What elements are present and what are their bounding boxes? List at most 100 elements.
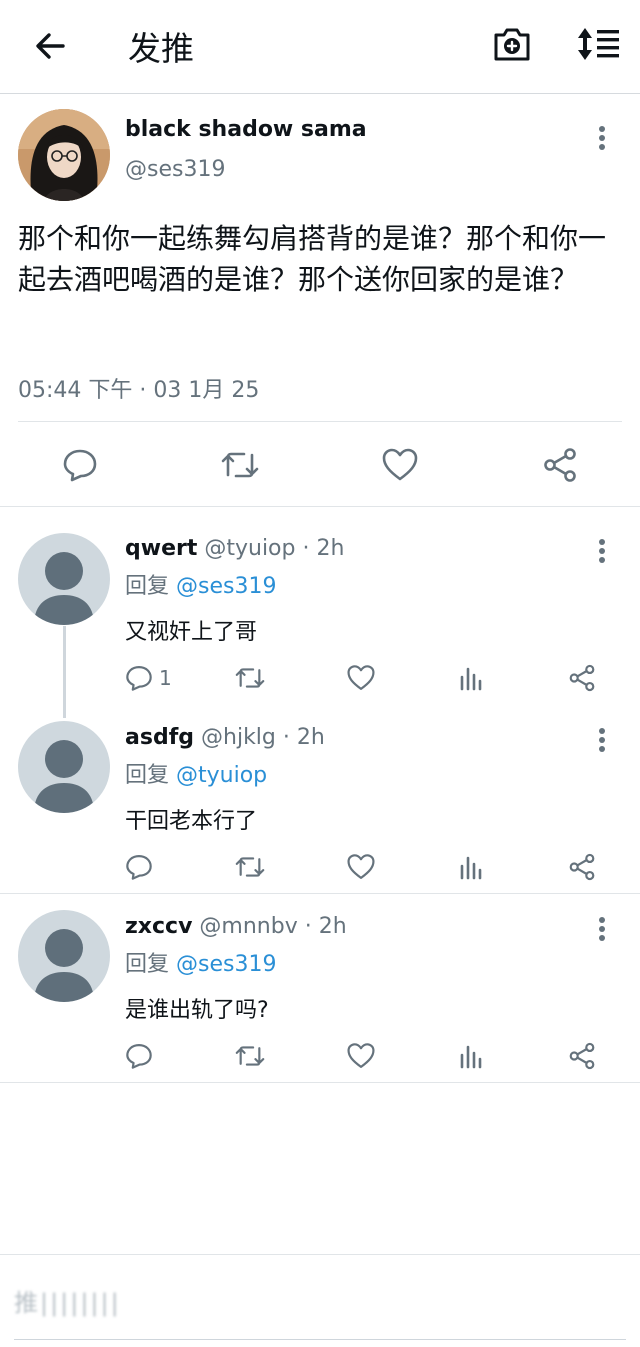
bar-chart-icon [460,856,482,880]
divider [0,1082,640,1083]
share-icon [544,448,576,482]
tweet-text: 那个和你一起练舞勾肩搭背的是谁？那个和你一起去酒吧喝酒的是谁？那个送你回家的是谁… [18,222,607,296]
default-user-icon [18,721,110,813]
like-button[interactable] [378,443,422,487]
heart-icon [347,854,375,879]
default-user-icon [18,910,110,1002]
like-button[interactable] [346,849,376,885]
reply-header: asdfg @hjklg · 2h [125,725,325,750]
retweet-button[interactable] [234,849,266,885]
mention-link[interactable]: @ses319 [176,952,276,977]
like-button[interactable] [346,660,376,696]
arrow-left-icon [36,33,65,59]
heart-icon [382,448,418,481]
share-icon [569,664,595,692]
reply-text: 又视奸上了哥 [125,620,258,645]
top-app-bar: 发推 [0,0,640,94]
reply-count: 1 [159,666,172,690]
heart-icon [347,665,375,690]
reply-button[interactable] [58,443,102,487]
analytics-button[interactable] [458,1038,484,1074]
sort-button[interactable] [574,22,622,66]
replying-to: 回复 @tyuiop [125,757,267,789]
mention-link[interactable]: @ses319 [176,574,276,599]
analytics-button[interactable] [458,660,484,696]
retweet-icon [235,668,265,688]
more-vertical-icon [599,917,605,941]
comment-icon [126,666,152,691]
reply-item[interactable]: asdfg @hjklg · 2h 回复 @tyuiop 干回老本行了 [0,697,640,893]
author-avatar[interactable] [18,109,110,201]
replying-to: 回复 @ses319 [125,568,276,600]
analytics-button[interactable] [458,849,484,885]
author-handle[interactable]: @ses319 [125,157,225,182]
reply-button[interactable] [125,1038,159,1074]
reply-author-name[interactable]: asdfg [125,725,194,750]
comment-icon [126,855,152,880]
reply-text: 干回老本行了 [125,809,258,834]
more-options-button[interactable] [588,123,616,153]
mention-link[interactable]: @tyuiop [176,763,267,788]
sort-lines-icon [578,28,619,60]
tweet-timestamp: 05:44 下午 · 03 1月 25 [18,378,260,403]
reply-input[interactable]: 推|||||||| [14,1275,314,1325]
reply-age: · 2h [282,725,325,750]
focused-tweet: black shadow sama @ses319 那个和你一起练舞勾肩搭背的是… [0,95,640,507]
back-button[interactable] [28,24,72,68]
reply-age: · 2h [302,536,345,561]
more-options-button[interactable] [588,914,616,944]
reply-button[interactable]: 1 [125,660,172,696]
more-vertical-icon [599,728,605,752]
comment-icon [126,1044,152,1069]
reply-header: qwert @tyuiop · 2h [125,536,344,561]
share-icon [569,853,595,881]
retweet-icon [221,452,259,478]
divider [18,421,622,422]
replying-to-label: 回复 [125,574,170,599]
reply-composer-bar: 推|||||||| [0,1254,640,1347]
reply-author-name[interactable]: qwert [125,536,197,561]
default-avatar[interactable] [18,533,110,625]
share-button[interactable] [568,849,596,885]
comment-icon [63,449,97,482]
reply-item[interactable]: zxccv @mnnbv · 2h 回复 @ses319 是谁出轨了吗? [0,886,640,1082]
like-button[interactable] [346,1038,376,1074]
reply-author-handle[interactable]: @tyuiop [204,536,295,561]
share-icon [569,1042,595,1070]
page-title: 发推 [128,29,194,68]
divider [14,1339,626,1340]
default-avatar[interactable] [18,721,110,813]
reply-action-bar: 1 [0,660,640,696]
more-options-button[interactable] [588,536,616,566]
retweet-button[interactable] [218,443,262,487]
camera-button[interactable] [490,22,534,66]
reply-input-placeholder: 推|||||||| [14,1288,121,1317]
replying-to-label: 回复 [125,763,170,788]
reply-author-handle[interactable]: @mnnbv [199,914,297,939]
retweet-button[interactable] [234,660,266,696]
retweet-icon [235,1046,265,1066]
bar-chart-icon [460,1045,482,1069]
replying-to-label: 回复 [125,952,170,977]
replying-to: 回复 @ses319 [125,946,276,978]
tweet-action-bar [0,443,640,487]
share-button[interactable] [568,660,596,696]
retweet-icon [235,857,265,877]
share-button[interactable] [538,443,582,487]
reply-button[interactable] [125,849,159,885]
camera-plus-icon [494,28,530,61]
author-name[interactable]: black shadow sama [125,117,367,142]
reply-text: 是谁出轨了吗? [125,998,269,1023]
retweet-button[interactable] [234,1038,266,1074]
reply-action-bar [0,1038,640,1074]
reply-author-name[interactable]: zxccv [125,914,192,939]
heart-icon [347,1043,375,1068]
reply-item[interactable]: qwert @tyuiop · 2h 回复 @ses319 又视奸上了哥 1 [0,508,640,698]
reply-action-bar [0,849,640,885]
reply-author-handle[interactable]: @hjklg [201,725,276,750]
default-user-icon [18,533,110,625]
default-avatar[interactable] [18,910,110,1002]
more-vertical-icon [599,126,605,150]
more-options-button[interactable] [588,725,616,755]
share-button[interactable] [568,1038,596,1074]
